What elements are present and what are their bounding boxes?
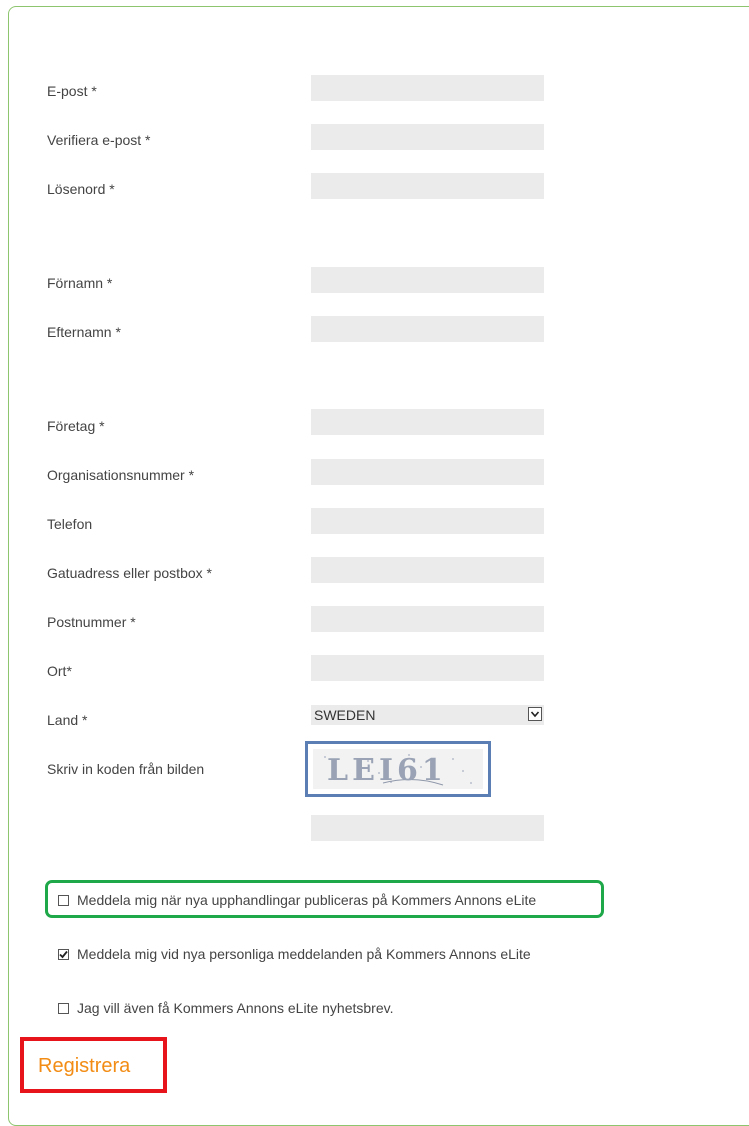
country-select-value: SWEDEN xyxy=(314,707,376,723)
captcha-image: LEI61 xyxy=(313,749,483,789)
company-field[interactable] xyxy=(311,409,544,435)
company-label: Företag * xyxy=(47,418,105,434)
captcha-highlight: LEI61 xyxy=(305,741,491,797)
street-address-field[interactable] xyxy=(311,557,544,583)
verify-email-label: Verifiera e-post * xyxy=(47,132,151,148)
first-name-label: Förnamn * xyxy=(47,275,113,291)
last-name-label: Efternamn * xyxy=(47,324,121,340)
first-name-field[interactable] xyxy=(311,267,544,293)
newsletter-label: Jag vill även få Kommers Annons eLite ny… xyxy=(77,1000,394,1016)
org-number-field[interactable] xyxy=(311,459,544,485)
password-label: Lösenord * xyxy=(47,181,115,197)
country-label: Land * xyxy=(47,712,88,728)
register-button[interactable]: Registrera xyxy=(38,1053,130,1079)
city-field[interactable] xyxy=(311,655,544,681)
checkmark-icon xyxy=(59,950,68,958)
org-number-label: Organisationsnummer * xyxy=(47,467,195,483)
notify-procurements-option[interactable]: Meddela mig när nya upphandlingar public… xyxy=(58,891,536,909)
newsletter-option[interactable]: Jag vill även få Kommers Annons eLite ny… xyxy=(58,999,393,1017)
postal-code-label: Postnummer * xyxy=(47,614,136,630)
notify-messages-checkbox[interactable] xyxy=(58,948,69,960)
postal-code-field[interactable] xyxy=(311,606,544,632)
city-label: Ort* xyxy=(47,663,72,679)
notify-procurements-label: Meddela mig när nya upphandlingar public… xyxy=(77,892,537,908)
notify-procurements-checkbox[interactable] xyxy=(58,894,69,906)
notify-messages-label: Meddela mig vid nya personliga meddeland… xyxy=(77,946,531,962)
verify-email-field[interactable] xyxy=(311,124,544,150)
last-name-field[interactable] xyxy=(311,316,544,342)
email-label: E-post * xyxy=(47,83,97,99)
street-address-label: Gatuadress eller postbox * xyxy=(47,565,212,581)
chevron-down-icon[interactable] xyxy=(528,707,542,721)
captcha-code-text: LEI61 xyxy=(327,753,447,788)
captcha-label: Skriv in koden från bilden xyxy=(47,761,205,777)
newsletter-checkbox[interactable] xyxy=(58,1002,69,1014)
phone-label: Telefon xyxy=(47,516,93,532)
notify-messages-option[interactable]: Meddela mig vid nya personliga meddeland… xyxy=(58,945,531,963)
password-field[interactable] xyxy=(311,173,544,199)
phone-field[interactable] xyxy=(311,508,544,534)
captcha-input[interactable] xyxy=(311,815,544,841)
email-field[interactable] xyxy=(311,75,544,101)
country-select[interactable]: SWEDEN xyxy=(311,705,544,725)
